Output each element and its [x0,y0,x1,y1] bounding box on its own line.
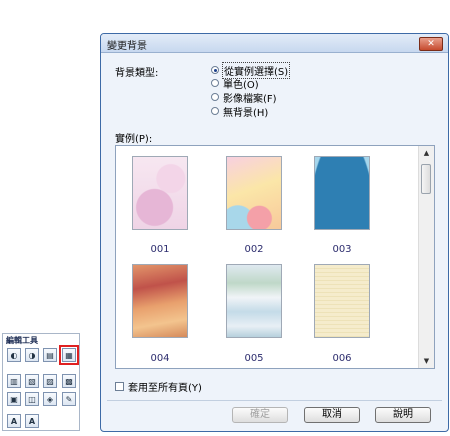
thumbnail-caption: 001 [150,244,170,255]
sample-gallery[interactable]: 001 002 003 004 005 006 ▲ ▼ [115,145,435,369]
tool-button-10[interactable]: ◫ [25,392,39,406]
thumbnail-003[interactable] [314,156,370,230]
thumbnail-004[interactable] [132,264,188,338]
checkbox-box [115,382,124,391]
scroll-thumb[interactable] [421,164,431,194]
toolbox-title: 編輯工具 [6,336,38,345]
radio-image-file[interactable]: 影像檔案(F) [211,91,277,105]
dialog-title: 變更背景 [107,41,147,52]
tool-button-9[interactable]: ▣ [7,392,21,406]
radio-from-sample[interactable]: 從實例選擇(S) [211,61,291,79]
radio-label: 單色(O) [223,79,259,91]
radio-no-background[interactable]: 無背景(H) [211,105,269,119]
text-tool-button[interactable]: A [7,414,21,428]
separator [107,400,442,401]
cancel-button[interactable]: 取消 [304,407,360,423]
radio-dot-icon [211,107,219,115]
thumbnail-005[interactable] [226,264,282,338]
tool-button-3[interactable]: ▤ [43,348,57,362]
ok-button[interactable]: 確定 [232,407,288,423]
gallery-scrollbar[interactable]: ▲ ▼ [418,146,434,368]
help-button[interactable]: 說明 [375,407,431,423]
radio-dot-icon [211,93,219,101]
tool-button-11[interactable]: ◈ [43,392,57,406]
sample-label: 實例(P): [115,134,153,145]
thumbnail-002[interactable] [226,156,282,230]
edit-toolbox: 編輯工具 ◐ ◑ ▤ ▦ ▥ ▧ ▨ ▩ ▣ ◫ ◈ ✎ A A [2,333,80,431]
apply-all-pages-checkbox[interactable]: 套用至所有頁(Y) [115,379,202,394]
apply-all-pages-label: 套用至所有頁(Y) [128,383,202,394]
tool-button-5[interactable]: ▥ [7,374,21,388]
thumbnail-caption: 004 [150,353,170,364]
radio-label: 影像檔案(F) [223,93,277,105]
radio-dot-icon [211,79,219,87]
change-background-button[interactable]: ▦ [59,345,79,365]
thumbnail-caption: 002 [244,244,264,255]
thumbnail-caption: 003 [332,244,352,255]
scroll-up-icon[interactable]: ▲ [419,146,434,160]
tool-button-12[interactable]: ✎ [62,392,76,406]
thumbnail-caption: 005 [244,353,264,364]
vertical-text-tool-button[interactable]: A [25,414,39,428]
radio-dot-icon [211,66,219,74]
background-type-label: 背景類型: [115,68,159,79]
thumbnail-caption: 006 [332,353,352,364]
tool-button-1[interactable]: ◐ [7,348,21,362]
tool-button-8[interactable]: ▩ [62,374,76,388]
tool-button-2[interactable]: ◑ [25,348,39,362]
radio-label: 無背景(H) [223,107,269,119]
dialog-titlebar[interactable]: 變更背景 ✕ [101,34,448,53]
tool-button-7[interactable]: ▨ [43,374,57,388]
thumbnail-001[interactable] [132,156,188,230]
radio-solid-color[interactable]: 單色(O) [211,77,259,91]
scroll-down-icon[interactable]: ▼ [419,354,434,368]
thumbnail-006[interactable] [314,264,370,338]
tool-button-6[interactable]: ▧ [25,374,39,388]
close-icon[interactable]: ✕ [419,37,443,51]
change-background-dialog: 變更背景 ✕ 背景類型: 從實例選擇(S) 單色(O) 影像檔案(F) 無背景(… [100,33,449,432]
